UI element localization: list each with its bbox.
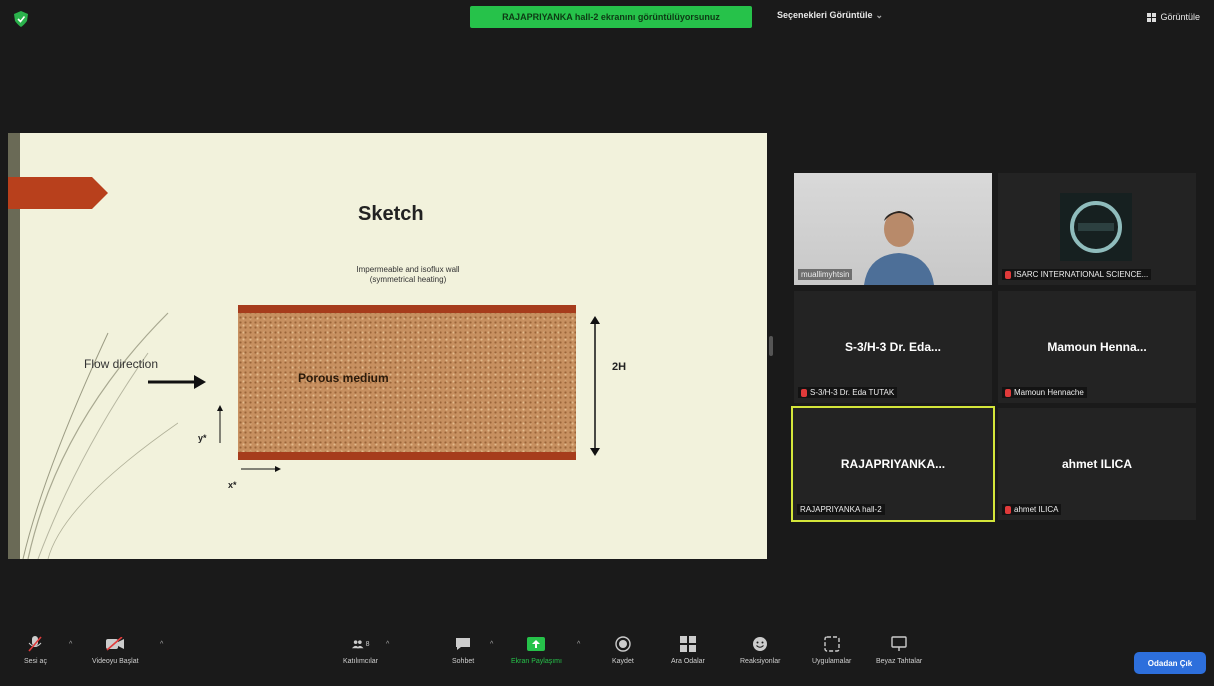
participant-tile[interactable]: S-3/H-3 Dr. Eda... S-3/H-3 Dr. Eda TUTAK bbox=[794, 291, 992, 403]
breakout-rooms-label: Ara Odalar bbox=[671, 658, 705, 665]
apps-button[interactable]: Uygulamalar bbox=[812, 636, 851, 665]
audio-options-caret-icon[interactable]: ^ bbox=[69, 641, 72, 648]
participant-name-label: ISARC INTERNATIONAL SCIENCE... bbox=[1002, 269, 1152, 280]
height-arrow-icon bbox=[590, 316, 600, 456]
y-axis-arrow-icon bbox=[217, 405, 223, 443]
reactions-icon bbox=[751, 636, 769, 652]
wall-label: Impermeable and isoflux wall (symmetrica… bbox=[308, 265, 508, 285]
breakout-rooms-button[interactable]: Ara Odalar bbox=[671, 636, 705, 665]
chat-icon bbox=[454, 636, 472, 652]
screen-share-banner: RAJAPRIYANKA hall-2 ekranını görüntülüyo… bbox=[470, 6, 752, 28]
participant-video-person bbox=[864, 211, 934, 285]
record-icon bbox=[614, 636, 632, 652]
participants-button[interactable]: 8 Katılımcılar bbox=[343, 636, 378, 665]
view-options-label: Seçenekleri Görüntüle bbox=[777, 10, 873, 20]
slide-title: Sketch bbox=[358, 203, 424, 225]
video-options-caret-icon[interactable]: ^ bbox=[160, 641, 163, 648]
flow-direction-label: Flow direction bbox=[84, 357, 159, 371]
participant-name-label: muallimyhtsin bbox=[798, 269, 853, 280]
apps-label: Uygulamalar bbox=[812, 658, 852, 665]
participant-tile[interactable]: Mamoun Henna... Mamoun Hennache bbox=[998, 291, 1196, 403]
share-screen-label: Ekran Paylaşımı bbox=[511, 658, 562, 665]
unmute-label: Sesi aç bbox=[24, 658, 47, 665]
breakout-rooms-icon bbox=[679, 636, 697, 652]
x-axis-label: x* bbox=[228, 480, 237, 490]
reactions-button[interactable]: Reaksiyonlar bbox=[740, 636, 780, 665]
mic-muted-icon bbox=[1005, 388, 1011, 397]
participant-tile[interactable]: muallimyhtsin bbox=[794, 173, 992, 285]
leave-meeting-button[interactable]: Odadan Çık bbox=[1134, 652, 1206, 674]
participant-display-name: ahmet ILICA bbox=[1061, 457, 1132, 471]
whiteboard-icon bbox=[890, 636, 908, 652]
view-button-label: Görüntüle bbox=[1160, 12, 1200, 22]
mic-muted-icon bbox=[801, 388, 807, 397]
wall-label-line1: Impermeable and isoflux wall bbox=[356, 265, 460, 274]
mic-muted-icon bbox=[1005, 505, 1011, 514]
chat-caret-icon[interactable]: ^ bbox=[490, 641, 493, 648]
chevron-down-icon: ⌄ bbox=[875, 10, 884, 20]
organization-logo-icon bbox=[1060, 193, 1132, 261]
porous-channel bbox=[238, 305, 576, 460]
participants-count: 8 bbox=[365, 640, 370, 648]
view-button[interactable]: Görüntüle bbox=[1147, 12, 1200, 22]
whiteboards-label: Beyaz Tahtalar bbox=[876, 658, 923, 665]
panel-resize-handle[interactable] bbox=[769, 336, 773, 356]
whiteboards-button[interactable]: Beyaz Tahtalar bbox=[876, 636, 922, 665]
share-screen-icon bbox=[527, 636, 546, 652]
participant-tile[interactable]: ahmet ILICA ahmet ILICA bbox=[998, 408, 1196, 520]
participant-tile[interactable]: ISARC INTERNATIONAL SCIENCE... bbox=[998, 173, 1196, 285]
mic-muted-icon bbox=[26, 636, 44, 652]
mic-muted-icon bbox=[1005, 270, 1011, 279]
participant-name-label: RAJAPRIYANKA hall-2 bbox=[797, 504, 885, 515]
x-axis-arrow-icon bbox=[241, 466, 281, 472]
height-label: 2H bbox=[612, 361, 627, 373]
meeting-toolbar: Sesi aç ^ Videoyu Başlat ^ 8 Katılımcıla… bbox=[0, 626, 1214, 686]
bottom-wall bbox=[238, 452, 576, 460]
start-video-button[interactable]: Videoyu Başlat bbox=[92, 636, 139, 665]
view-options-dropdown[interactable]: Seçenekleri Görüntüle ⌄ bbox=[777, 10, 883, 21]
apps-icon bbox=[823, 636, 841, 652]
participants-caret-icon[interactable]: ^ bbox=[386, 641, 389, 648]
unmute-button[interactable]: Sesi aç bbox=[24, 636, 47, 665]
slide-arrow-shape bbox=[8, 177, 108, 209]
shared-screen: Sketch Impermeable and isoflux wall (sym… bbox=[8, 133, 767, 559]
start-video-label: Videoyu Başlat bbox=[92, 658, 139, 665]
porous-medium-label: Porous medium bbox=[298, 371, 389, 385]
reactions-label: Reaksiyonlar bbox=[740, 658, 781, 665]
video-off-icon bbox=[106, 636, 125, 652]
participant-display-name: RAJAPRIYANKA... bbox=[840, 457, 946, 471]
security-shield-icon[interactable] bbox=[14, 11, 28, 27]
chat-button[interactable]: Sohbet bbox=[452, 636, 474, 665]
share-caret-icon[interactable]: ^ bbox=[577, 641, 580, 648]
meeting-window: RAJAPRIYANKA hall-2 ekranını görüntülüyo… bbox=[0, 0, 1214, 686]
participant-tile-active-speaker[interactable]: RAJAPRIYANKA... RAJAPRIYANKA hall-2 bbox=[791, 406, 995, 522]
flow-arrow-icon bbox=[148, 375, 206, 389]
participant-name-label: S-3/H-3 Dr. Eda TUTAK bbox=[798, 387, 898, 398]
participant-name-label: Mamoun Hennache bbox=[1002, 387, 1087, 398]
participant-name-label: ahmet ILICA bbox=[1002, 504, 1062, 515]
wall-label-line2: (symmetrical heating) bbox=[369, 275, 447, 284]
top-wall bbox=[238, 305, 576, 313]
participants-icon: 8 bbox=[351, 636, 370, 652]
record-label: Kaydet bbox=[612, 658, 634, 665]
participant-display-name: S-3/H-3 Dr. Eda... bbox=[844, 340, 942, 354]
decorative-leaves bbox=[22, 312, 178, 559]
participant-display-name: Mamoun Henna... bbox=[1047, 340, 1147, 354]
y-axis-label: y* bbox=[198, 433, 207, 443]
share-screen-button[interactable]: Ekran Paylaşımı bbox=[511, 636, 562, 665]
record-button[interactable]: Kaydet bbox=[612, 636, 634, 665]
chat-label: Sohbet bbox=[452, 658, 475, 665]
participants-label: Katılımcılar bbox=[343, 658, 379, 665]
grid-view-icon bbox=[1147, 12, 1157, 22]
